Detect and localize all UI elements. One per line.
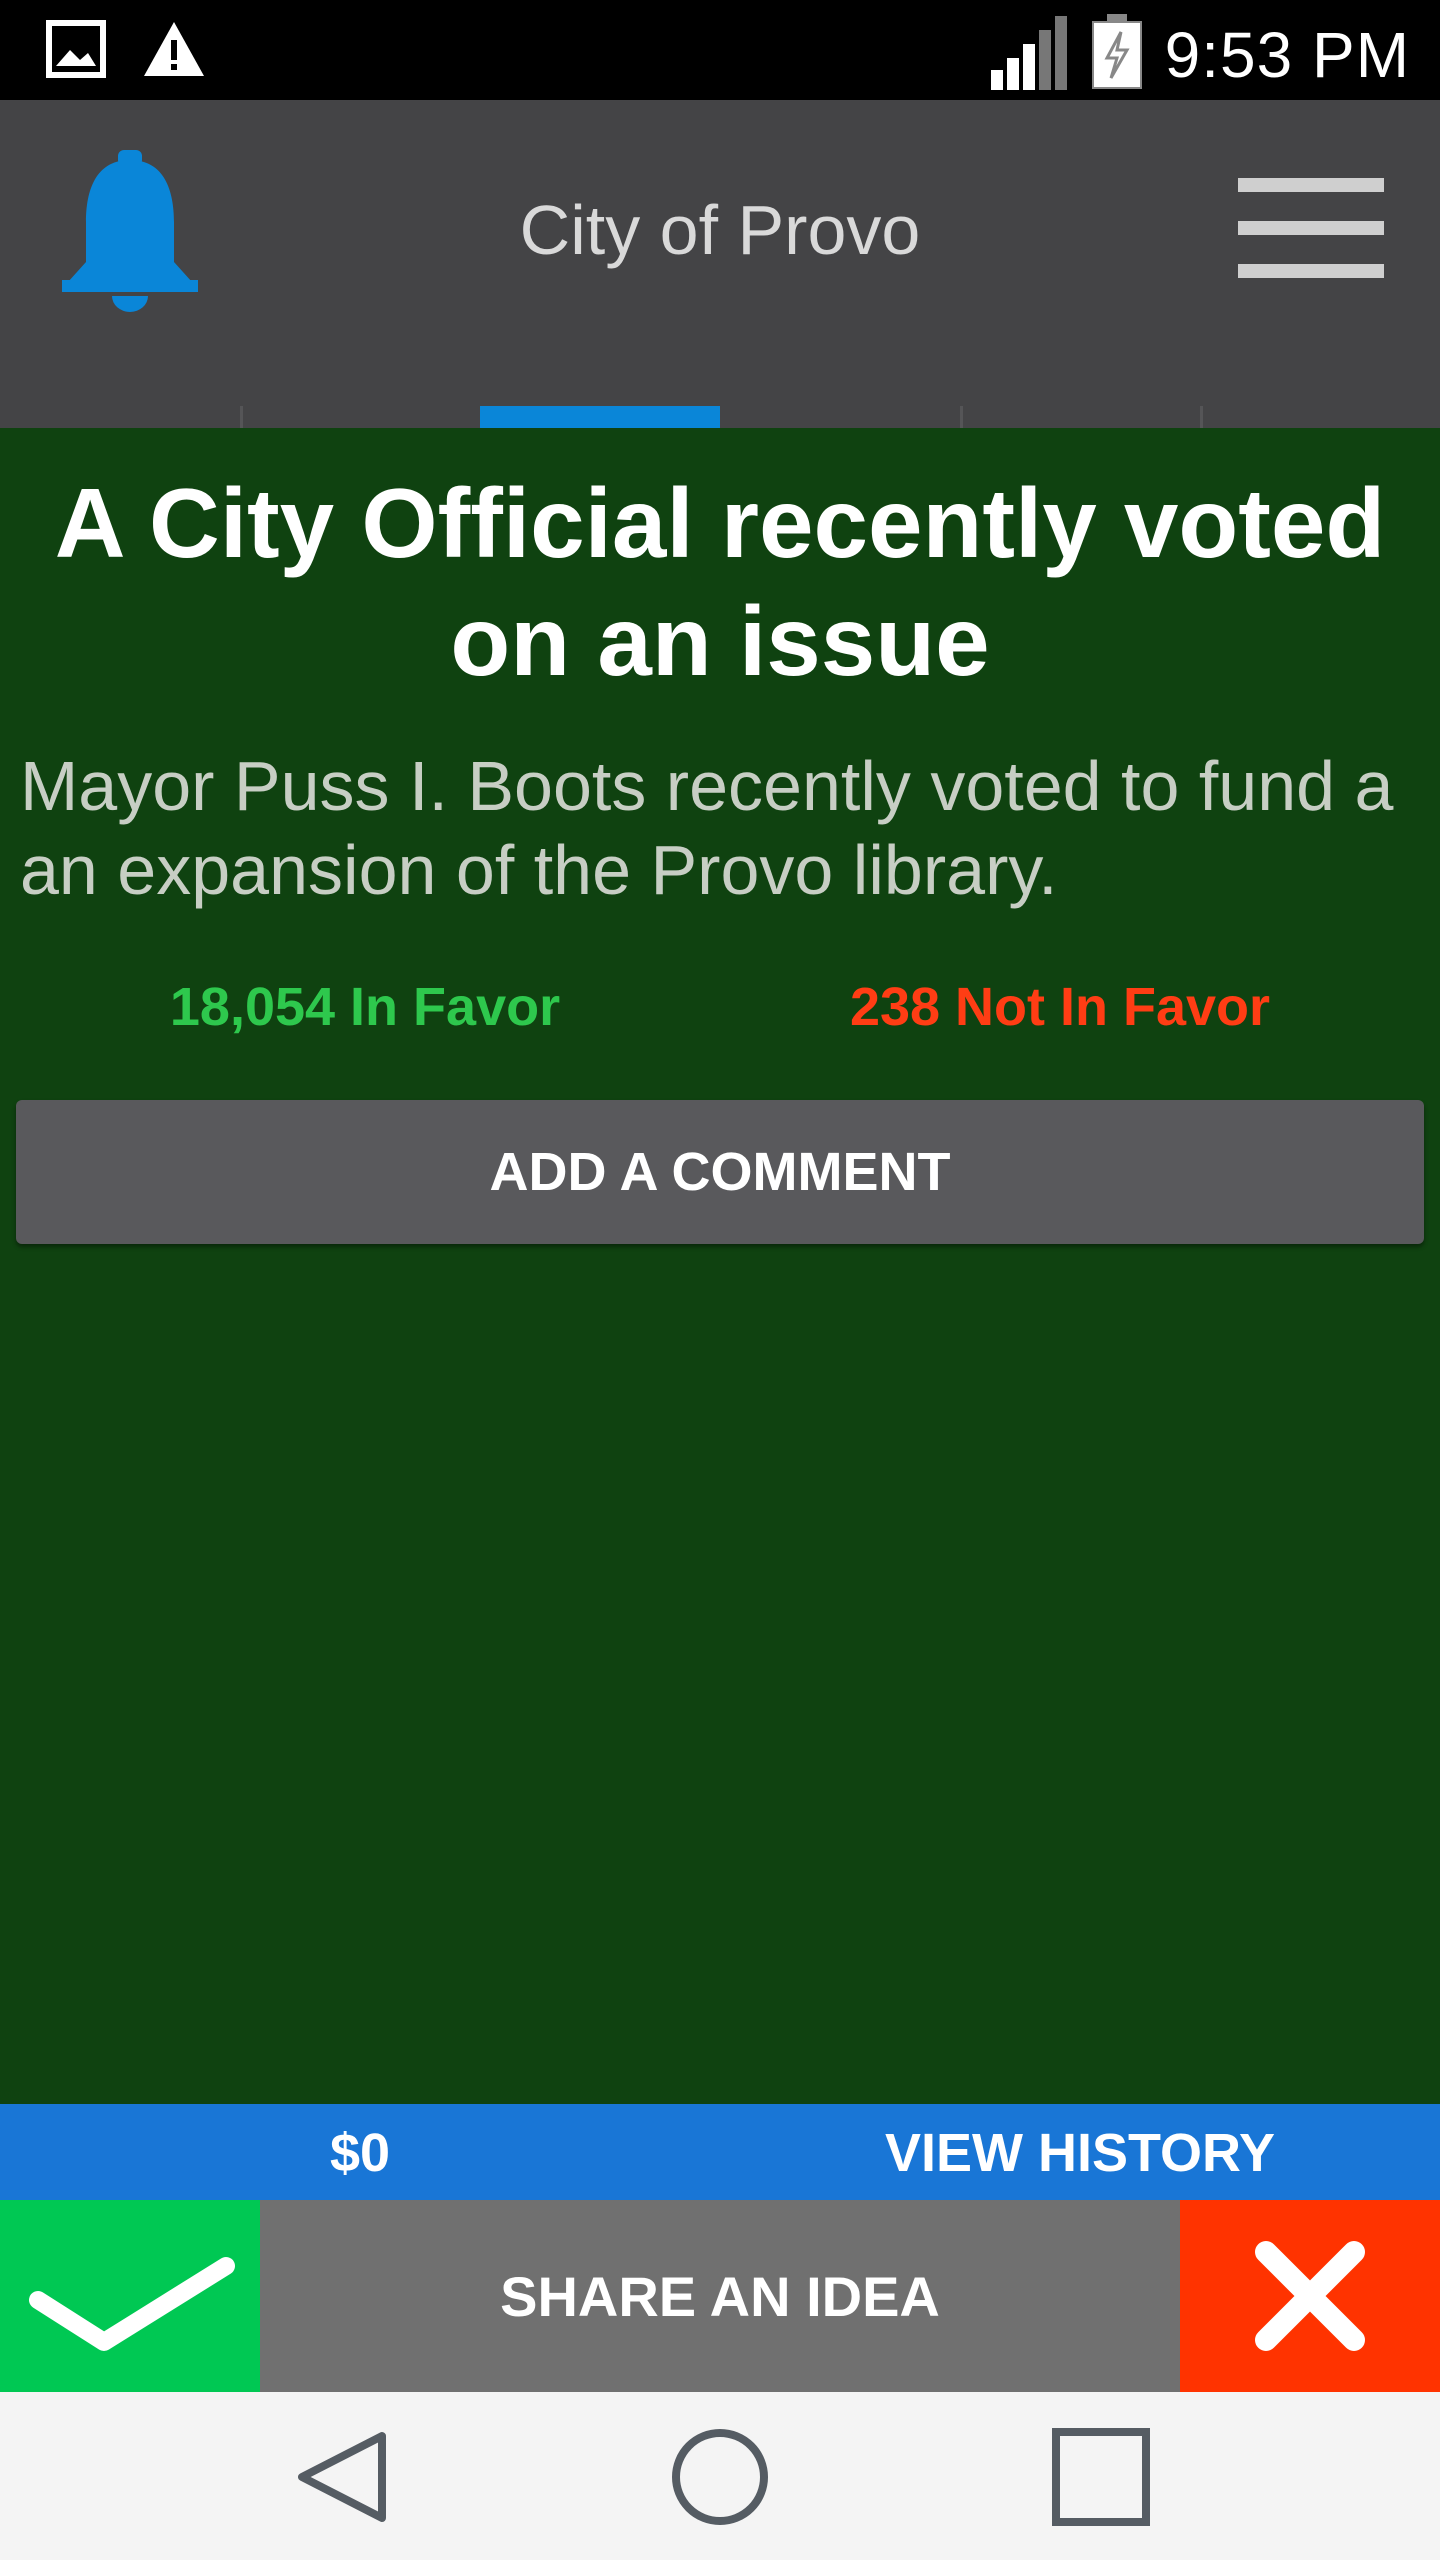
home-icon[interactable] xyxy=(665,2422,775,2532)
tab-active-indicator[interactable] xyxy=(480,406,720,428)
back-icon[interactable] xyxy=(288,2422,398,2532)
tab-indicator-strip xyxy=(0,406,1440,428)
signal-icon xyxy=(989,14,1069,95)
not-in-favor-count: 238 Not In Favor xyxy=(849,977,1271,1037)
menu-icon[interactable] xyxy=(1238,178,1384,278)
balance-bar: $0 VIEW HISTORY xyxy=(0,2104,1440,2200)
system-nav-bar xyxy=(0,2392,1440,2560)
action-bar: SHARE AN IDEA xyxy=(0,2200,1440,2392)
view-history-link[interactable]: VIEW HISTORY xyxy=(720,2122,1440,2184)
in-favor-count: 18,054 In Favor xyxy=(169,977,561,1037)
close-icon xyxy=(1255,2241,1365,2351)
share-idea-button[interactable]: SHARE AN IDEA xyxy=(260,2200,1180,2392)
check-icon xyxy=(29,2257,235,2351)
page-title: City of Provo xyxy=(519,191,921,269)
battery-charging-icon xyxy=(1091,14,1143,95)
clock: 9:53 PM xyxy=(1164,18,1410,91)
issue-description: Mayor Puss I. Boots recently voted to fu… xyxy=(20,747,1394,909)
issue-card: A City Official recently voted on an iss… xyxy=(0,428,1440,2104)
app-header: City of Provo xyxy=(0,100,1440,428)
tab-divider xyxy=(960,406,963,428)
approve-button[interactable] xyxy=(0,2200,260,2392)
image-icon xyxy=(46,20,106,83)
recents-icon[interactable] xyxy=(1046,2422,1156,2532)
warning-icon xyxy=(142,20,206,83)
add-comment-button[interactable]: ADD A COMMENT xyxy=(16,1100,1424,1244)
status-bar: 9:53 PM xyxy=(0,0,1440,100)
reject-button[interactable] xyxy=(1180,2200,1440,2392)
balance-amount: $0 xyxy=(329,2123,391,2183)
share-idea-label: SHARE AN IDEA xyxy=(500,2264,940,2328)
app-screen: 9:53 PM City of Provo A City Official re… xyxy=(0,0,1440,2560)
tab-divider xyxy=(240,406,243,428)
tab-divider xyxy=(1200,406,1203,428)
issue-headline: A City Official recently voted on an iss… xyxy=(54,468,1386,696)
